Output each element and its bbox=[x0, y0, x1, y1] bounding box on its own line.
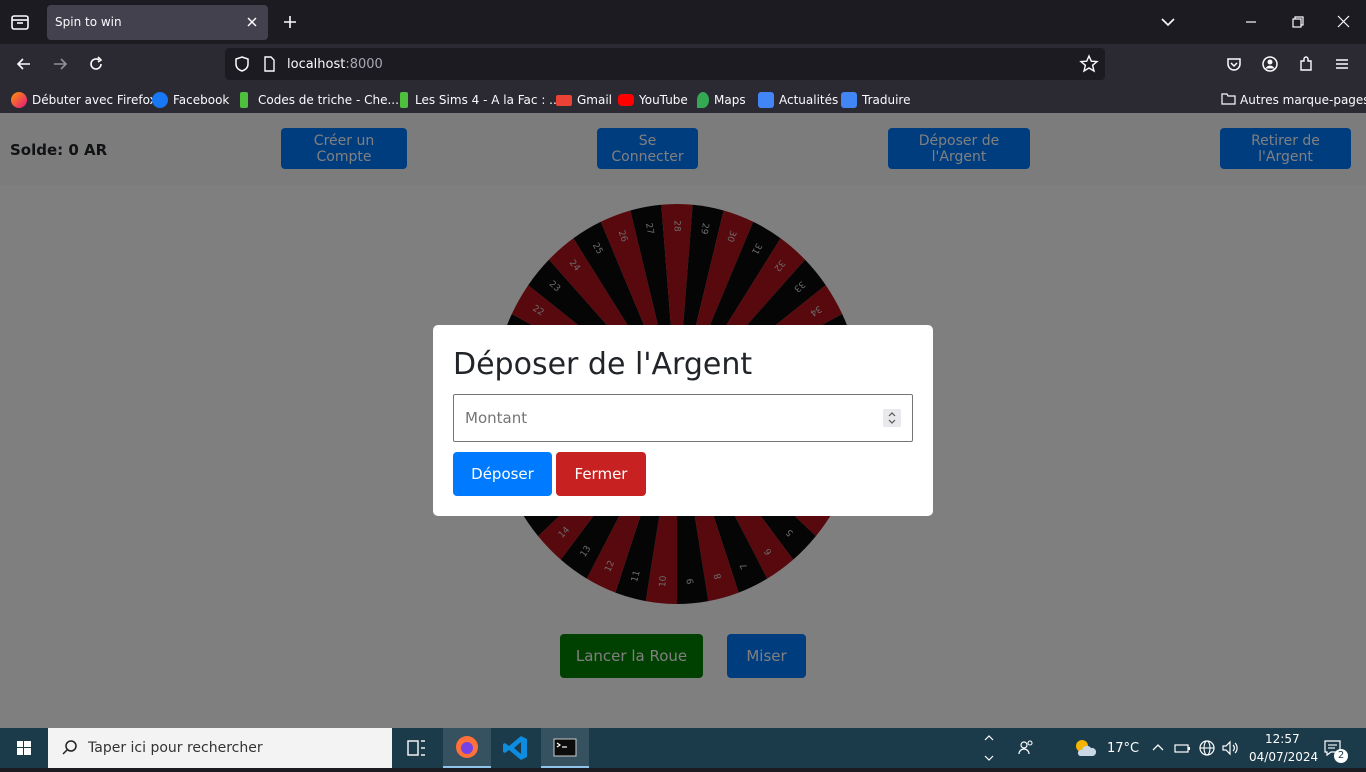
network-globe-icon[interactable] bbox=[1197, 738, 1217, 762]
bookmark-item[interactable]: Actualités bbox=[758, 91, 838, 109]
close-tab-icon[interactable] bbox=[244, 14, 260, 30]
task-view-icon[interactable] bbox=[392, 728, 440, 768]
url-host: localhost bbox=[287, 57, 346, 72]
close-window-icon[interactable] bbox=[1334, 12, 1354, 32]
bookmark-item[interactable]: YouTube bbox=[618, 91, 688, 109]
active-tab[interactable]: Spin to win bbox=[47, 5, 268, 40]
bookmark-item[interactable]: Codes de triche - Che... bbox=[236, 91, 399, 109]
number-spinner-icon[interactable] bbox=[883, 409, 901, 427]
terminal-taskbar-icon[interactable] bbox=[541, 728, 589, 768]
maps-icon bbox=[697, 92, 709, 108]
bookmark-item[interactable]: Gmail bbox=[556, 91, 612, 109]
url-bar[interactable]: localhost:8000 bbox=[225, 48, 1105, 80]
volume-icon[interactable] bbox=[1220, 738, 1240, 762]
url-text: localhost:8000 bbox=[287, 57, 383, 72]
modal-title: Déposer de l'Argent bbox=[453, 347, 753, 382]
bookmark-label: Débuter avec Firefox bbox=[32, 93, 157, 107]
new-tab-icon[interactable] bbox=[280, 12, 300, 32]
weather-temp[interactable]: 17°C bbox=[1107, 741, 1139, 756]
browser-nav-bar: localhost:8000 bbox=[0, 44, 1366, 86]
account-icon[interactable] bbox=[1260, 54, 1280, 74]
clock-time[interactable]: 12:57 bbox=[1265, 732, 1300, 746]
page-content: Solde: 0 AR Créer un Compte Se Connecter… bbox=[0, 113, 1366, 728]
bookmark-item[interactable]: Maps bbox=[697, 91, 746, 109]
windows-start-icon[interactable] bbox=[0, 728, 48, 768]
bookmark-item[interactable]: Débuter avec Firefox bbox=[11, 91, 157, 109]
bookmark-label: Maps bbox=[714, 93, 746, 107]
youtube-icon bbox=[618, 94, 634, 106]
bookmark-label: YouTube bbox=[639, 93, 688, 107]
notification-count-badge: 2 bbox=[1334, 749, 1348, 763]
pocket-icon[interactable] bbox=[1224, 54, 1244, 74]
bookmark-label: Gmail bbox=[577, 93, 613, 107]
plumbob-icon bbox=[400, 92, 408, 108]
bookmark-label: Actualités bbox=[779, 93, 839, 107]
taskbar-search-placeholder: Taper ici pour rechercher bbox=[88, 740, 263, 756]
back-icon[interactable] bbox=[14, 54, 34, 74]
chevron-up-icon[interactable] bbox=[1150, 738, 1166, 762]
translate-icon bbox=[841, 92, 857, 108]
bookmark-label: Les Sims 4 - A la Fac : ... bbox=[415, 93, 561, 107]
deposit-modal: Déposer de l'Argent Déposer Fermer bbox=[433, 325, 933, 516]
shield-icon[interactable] bbox=[232, 54, 252, 74]
other-bookmarks[interactable]: Autres marque-pages bbox=[1221, 91, 1366, 109]
people-icon[interactable] bbox=[1016, 738, 1036, 762]
clock-date[interactable]: 04/07/2024 bbox=[1249, 750, 1318, 764]
deposit-button[interactable]: Déposer bbox=[453, 452, 552, 496]
other-bookmarks-label: Autres marque-pages bbox=[1240, 93, 1366, 107]
taskbar-scroll-icon[interactable] bbox=[981, 728, 997, 768]
plumbob-icon bbox=[240, 92, 248, 108]
reload-icon[interactable] bbox=[86, 54, 106, 74]
bookmark-label: Traduire bbox=[862, 93, 911, 107]
news-icon bbox=[758, 92, 774, 108]
forward-icon[interactable] bbox=[50, 54, 70, 74]
vscode-taskbar-icon[interactable] bbox=[492, 728, 540, 768]
bookmark-item[interactable]: Facebook bbox=[152, 91, 229, 109]
bookmark-label: Facebook bbox=[173, 93, 230, 107]
battery-icon[interactable] bbox=[1173, 738, 1191, 762]
restore-icon[interactable] bbox=[1288, 12, 1308, 32]
gmail-icon bbox=[556, 94, 572, 106]
bookmark-label: Codes de triche - Che... bbox=[258, 93, 399, 107]
firefox-icon bbox=[11, 92, 27, 108]
extensions-icon[interactable] bbox=[1296, 54, 1316, 74]
windows-taskbar: Taper ici pour rechercher 17°C 12:57 04/… bbox=[0, 728, 1366, 768]
bookmark-star-icon[interactable] bbox=[1079, 54, 1099, 74]
bookmark-item[interactable]: Les Sims 4 - A la Fac : ... bbox=[396, 91, 561, 109]
bookmarks-bar: Débuter avec Firefox Facebook Codes de t… bbox=[0, 86, 1366, 113]
tab-list-icon[interactable] bbox=[8, 10, 32, 34]
tab-title: Spin to win bbox=[55, 15, 122, 29]
search-icon bbox=[60, 738, 80, 762]
page-icon[interactable] bbox=[259, 54, 279, 74]
menu-icon[interactable] bbox=[1332, 54, 1352, 74]
url-port: :8000 bbox=[345, 57, 383, 72]
facebook-icon bbox=[152, 92, 168, 108]
browser-tab-bar: Spin to win bbox=[0, 0, 1366, 44]
minimize-icon[interactable] bbox=[1242, 12, 1262, 32]
close-modal-button[interactable]: Fermer bbox=[556, 452, 646, 496]
bookmark-item[interactable]: Traduire bbox=[841, 91, 910, 109]
folder-icon bbox=[1221, 92, 1236, 108]
firefox-taskbar-icon[interactable] bbox=[443, 728, 491, 768]
weather-icon[interactable] bbox=[1072, 737, 1098, 763]
list-all-tabs-icon[interactable] bbox=[1158, 12, 1178, 32]
amount-input[interactable] bbox=[453, 394, 913, 442]
taskbar-search[interactable]: Taper ici pour rechercher bbox=[48, 728, 392, 768]
